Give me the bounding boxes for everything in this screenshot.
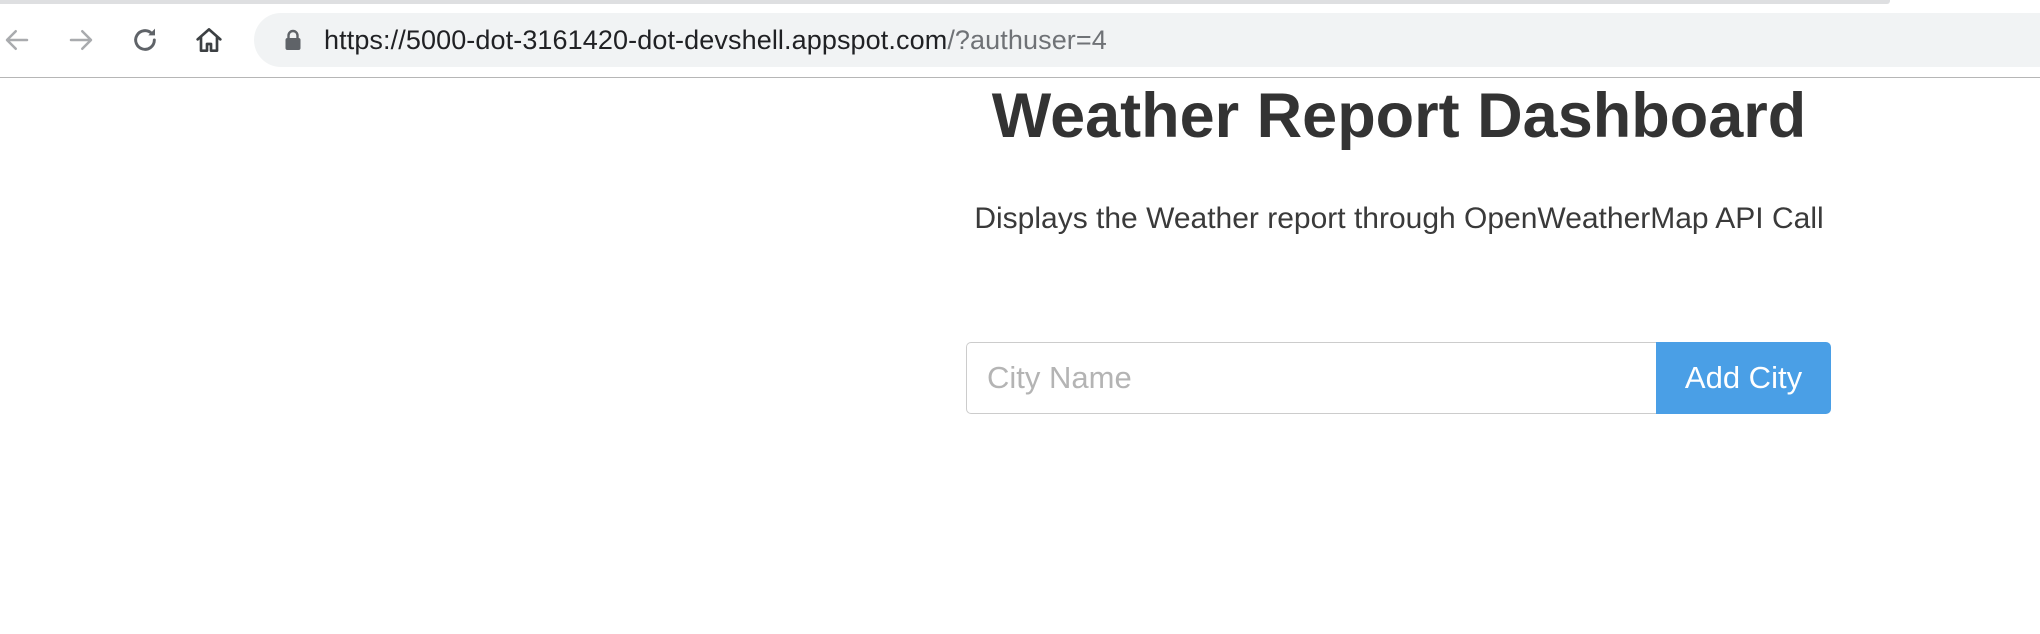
browser-toolbar: https://5000-dot-3161420-dot-devshell.ap…	[0, 0, 2040, 78]
forward-arrow-icon	[69, 30, 93, 50]
reload-button[interactable]	[122, 17, 168, 63]
url-path: /?authuser=4	[947, 24, 1107, 55]
forward-button[interactable]	[58, 17, 104, 63]
page-subtitle: Displays the Weather report through Open…	[974, 202, 1824, 235]
back-arrow-icon	[5, 30, 29, 50]
address-bar[interactable]: https://5000-dot-3161420-dot-devshell.ap…	[254, 13, 2040, 67]
lock-icon[interactable]	[282, 27, 304, 53]
city-name-input[interactable]	[966, 342, 1656, 414]
home-icon	[196, 28, 222, 52]
add-city-form: Add City	[966, 342, 1831, 414]
page-content: Weather Report Dashboard Displays the We…	[0, 78, 2040, 634]
tab-strip-edge	[0, 0, 1890, 4]
back-button[interactable]	[0, 17, 40, 63]
reload-icon	[134, 28, 156, 51]
page-title: Weather Report Dashboard	[991, 81, 1807, 151]
add-city-button[interactable]: Add City	[1656, 342, 1831, 414]
home-button[interactable]	[186, 17, 232, 63]
url-host: https://5000-dot-3161420-dot-devshell.ap…	[324, 24, 948, 55]
url-text: https://5000-dot-3161420-dot-devshell.ap…	[324, 25, 1107, 56]
